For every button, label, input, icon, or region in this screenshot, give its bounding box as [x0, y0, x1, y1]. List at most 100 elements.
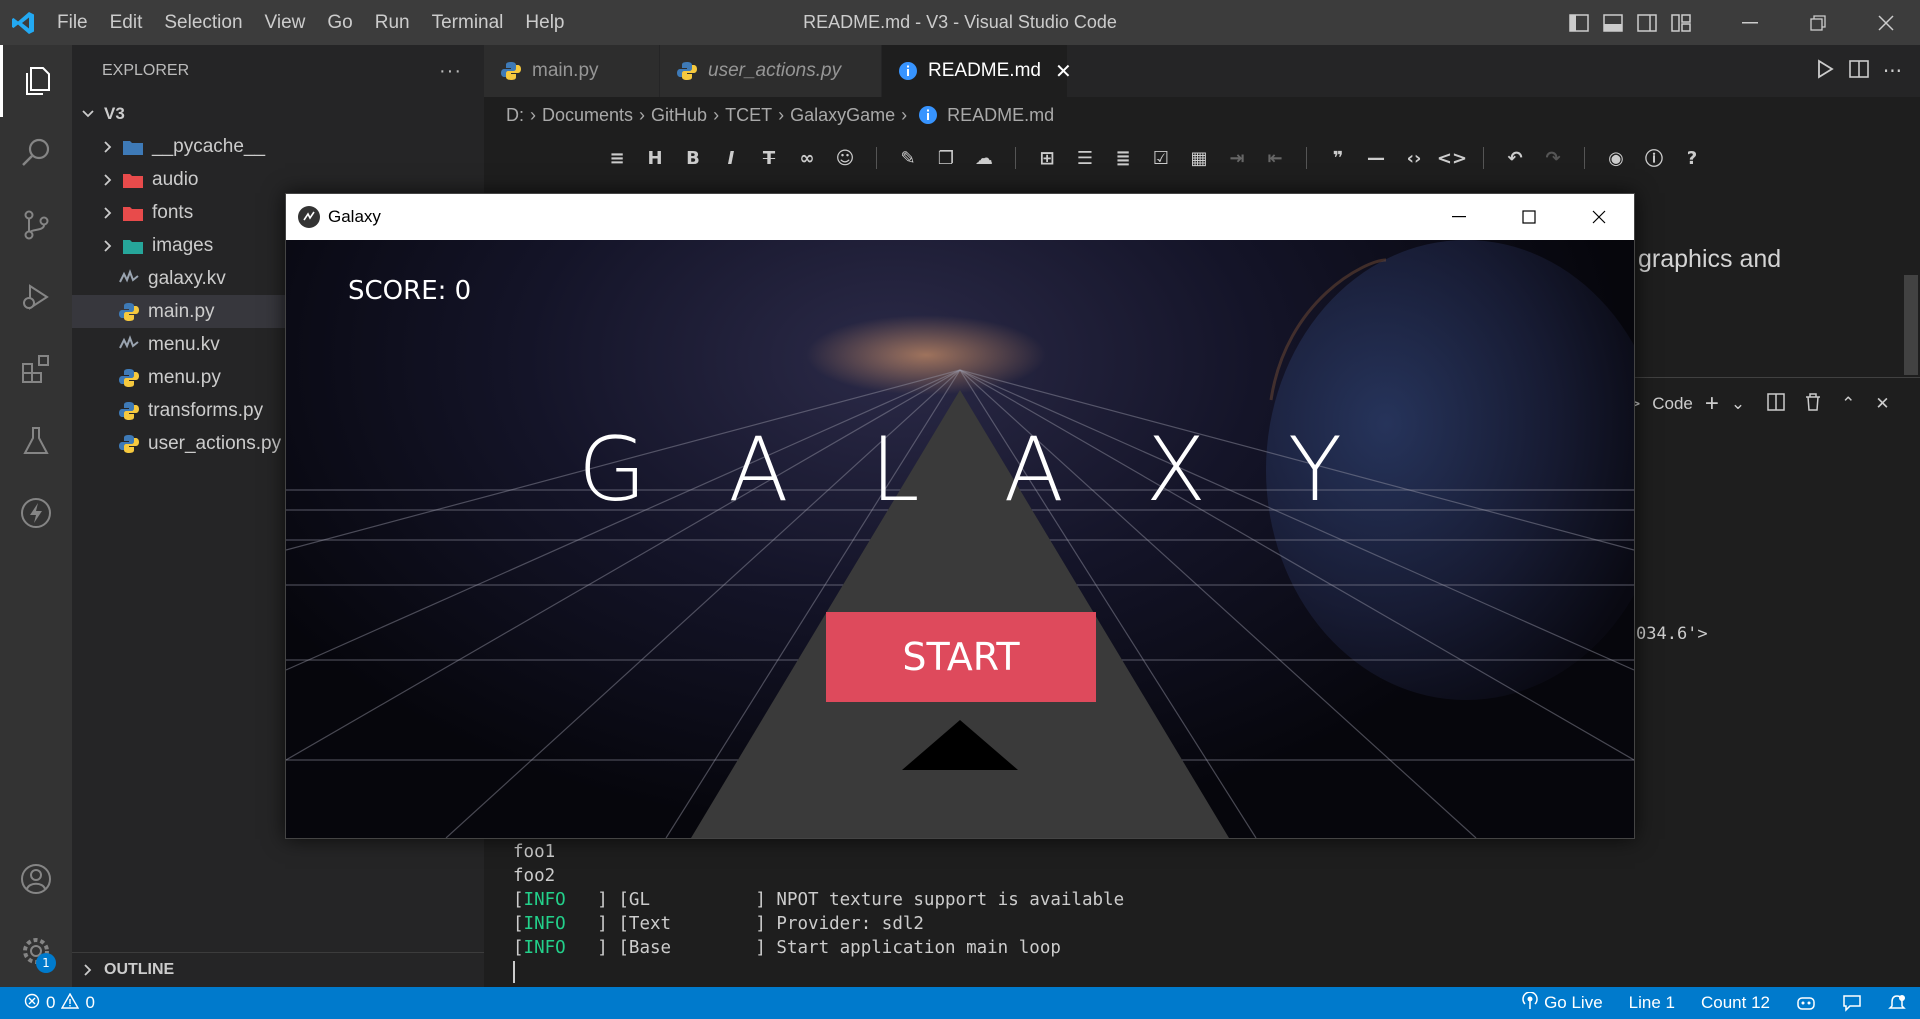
galaxy-minimize-button[interactable]: [1424, 194, 1494, 240]
customize-layout-icon[interactable]: [1666, 8, 1696, 38]
run-file-icon[interactable]: [1815, 59, 1835, 83]
outline-section[interactable]: OUTLINE: [72, 952, 484, 987]
help-icon[interactable]: ?: [1679, 145, 1705, 171]
menu-view[interactable]: View: [254, 0, 317, 45]
align-icon[interactable]: ≡: [604, 145, 630, 171]
chevron-right-icon: [78, 963, 98, 977]
go-live-button[interactable]: Go Live: [1522, 990, 1603, 1015]
cursor-line-status[interactable]: Line 1: [1629, 993, 1675, 1013]
tab-user-actions-py[interactable]: user_actions.py: [660, 45, 882, 97]
tree-folder[interactable]: __pycache__: [72, 130, 484, 163]
menu-go[interactable]: Go: [316, 0, 363, 45]
search-icon[interactable]: [0, 117, 72, 189]
menu-run[interactable]: Run: [364, 0, 421, 45]
checkbox-icon[interactable]: ☑: [1148, 145, 1174, 171]
menu-bar: File Edit Selection View Go Run Terminal Help: [46, 0, 576, 45]
notifications-bell-icon[interactable]: [1888, 994, 1906, 1012]
toolbar-divider: [1483, 147, 1484, 169]
accounts-icon[interactable]: [0, 843, 72, 915]
menu-edit[interactable]: Edit: [99, 0, 154, 45]
undo-icon[interactable]: ↶: [1502, 145, 1528, 171]
copilot-icon[interactable]: [1796, 994, 1816, 1012]
indent-icon[interactable]: ⇥: [1224, 145, 1250, 171]
italic-icon[interactable]: I: [718, 145, 744, 171]
terminal-cursor[interactable]: [513, 961, 515, 983]
bullet-list-icon[interactable]: ☰: [1072, 145, 1098, 171]
terminal-name[interactable]: Code: [1652, 394, 1693, 414]
galaxy-close-button[interactable]: [1564, 194, 1634, 240]
breadcrumb-item[interactable]: TCET: [725, 105, 772, 126]
menu-selection[interactable]: Selection: [153, 0, 253, 45]
tab-main-py[interactable]: main.py: [484, 45, 660, 97]
edit-icon[interactable]: ✎: [895, 145, 921, 171]
toolbar-divider: [876, 147, 877, 169]
toggle-secondary-sidebar-icon[interactable]: [1632, 8, 1662, 38]
galaxy-title-bar[interactable]: Galaxy: [286, 194, 1634, 240]
editor-scrollbar[interactable]: [1904, 275, 1918, 375]
tab-readme-md[interactable]: README.md ✕: [882, 45, 1072, 97]
table-icon[interactable]: ▦: [1186, 145, 1212, 171]
trash-icon[interactable]: [1805, 392, 1821, 416]
strikethrough-icon[interactable]: T: [756, 145, 782, 171]
minimize-button[interactable]: [1716, 0, 1784, 45]
add-image-icon[interactable]: ⊞: [1034, 145, 1060, 171]
menu-help[interactable]: Help: [514, 0, 575, 45]
close-window-button[interactable]: [1852, 0, 1920, 45]
chevron-down-icon[interactable]: ⌄: [1731, 394, 1745, 414]
toggle-panel-icon[interactable]: [1598, 8, 1628, 38]
breadcrumb-item[interactable]: README.md: [947, 105, 1054, 126]
warning-count: 0: [85, 993, 95, 1012]
more-actions-icon[interactable]: ···: [439, 60, 462, 83]
info-icon[interactable]: ⓘ: [1641, 145, 1667, 171]
explorer-icon[interactable]: [0, 45, 72, 117]
testing-icon[interactable]: [0, 405, 72, 477]
preview-eye-icon[interactable]: ◉: [1603, 145, 1629, 171]
menu-file[interactable]: File: [46, 0, 99, 45]
breadcrumb-item[interactable]: Documents: [542, 105, 633, 126]
manage-gear-icon[interactable]: 1: [0, 915, 72, 987]
restore-button[interactable]: [1784, 0, 1852, 45]
code-block-icon[interactable]: <>: [1437, 145, 1467, 171]
quote-icon[interactable]: ❞: [1325, 145, 1351, 171]
galaxy-background: [286, 240, 1634, 838]
breadcrumb-item[interactable]: GitHub: [651, 105, 707, 126]
maximize-panel-icon[interactable]: ⌃: [1841, 394, 1855, 414]
terminal-output-fragment: 034.6'>: [1636, 624, 1708, 644]
problems-status[interactable]: 0 0: [24, 992, 95, 1014]
start-button[interactable]: START: [826, 612, 1096, 702]
word-count-status[interactable]: Count 12: [1701, 993, 1770, 1013]
close-panel-icon[interactable]: ✕: [1875, 394, 1889, 414]
more-actions-icon[interactable]: ···: [1883, 59, 1902, 83]
split-editor-icon[interactable]: [1849, 59, 1869, 83]
add-terminal-icon[interactable]: +: [1705, 390, 1719, 418]
menu-terminal[interactable]: Terminal: [421, 0, 515, 45]
workspace-root[interactable]: V3: [72, 97, 484, 130]
emoji-icon[interactable]: ☺: [832, 145, 858, 171]
close-tab-icon[interactable]: ✕: [1055, 59, 1072, 84]
heading-icon[interactable]: H: [642, 145, 668, 171]
tree-folder[interactable]: audio: [72, 163, 484, 196]
breadcrumb-item[interactable]: GalaxyGame: [790, 105, 895, 126]
bold-icon[interactable]: B: [680, 145, 706, 171]
breadcrumb-item[interactable]: D:: [506, 105, 524, 126]
upload-icon[interactable]: ☁: [971, 145, 997, 171]
redo-icon[interactable]: ↷: [1540, 145, 1566, 171]
inline-code-icon[interactable]: ‹›: [1401, 145, 1427, 171]
numbered-list-icon[interactable]: ≣: [1110, 145, 1136, 171]
source-control-icon[interactable]: [0, 189, 72, 261]
extensions-icon[interactable]: [0, 333, 72, 405]
galaxy-game-canvas[interactable]: SCORE: 0 GALAXY START: [286, 240, 1634, 838]
link-icon[interactable]: ∞: [794, 145, 820, 171]
toggle-sidebar-icon[interactable]: [1564, 8, 1594, 38]
lightning-extension-icon[interactable]: [0, 477, 72, 549]
galaxy-maximize-button[interactable]: [1494, 194, 1564, 240]
horizontal-rule-icon[interactable]: —: [1363, 145, 1389, 171]
outdent-icon[interactable]: ⇤: [1262, 145, 1288, 171]
split-terminal-icon[interactable]: [1767, 392, 1785, 416]
feedback-icon[interactable]: [1842, 994, 1862, 1012]
run-debug-icon[interactable]: [0, 261, 72, 333]
python-file-icon: [118, 367, 140, 389]
copy-icon[interactable]: ❐: [933, 145, 959, 171]
kivy-file-icon: [118, 268, 140, 290]
folder-fonts-icon: [122, 202, 144, 224]
